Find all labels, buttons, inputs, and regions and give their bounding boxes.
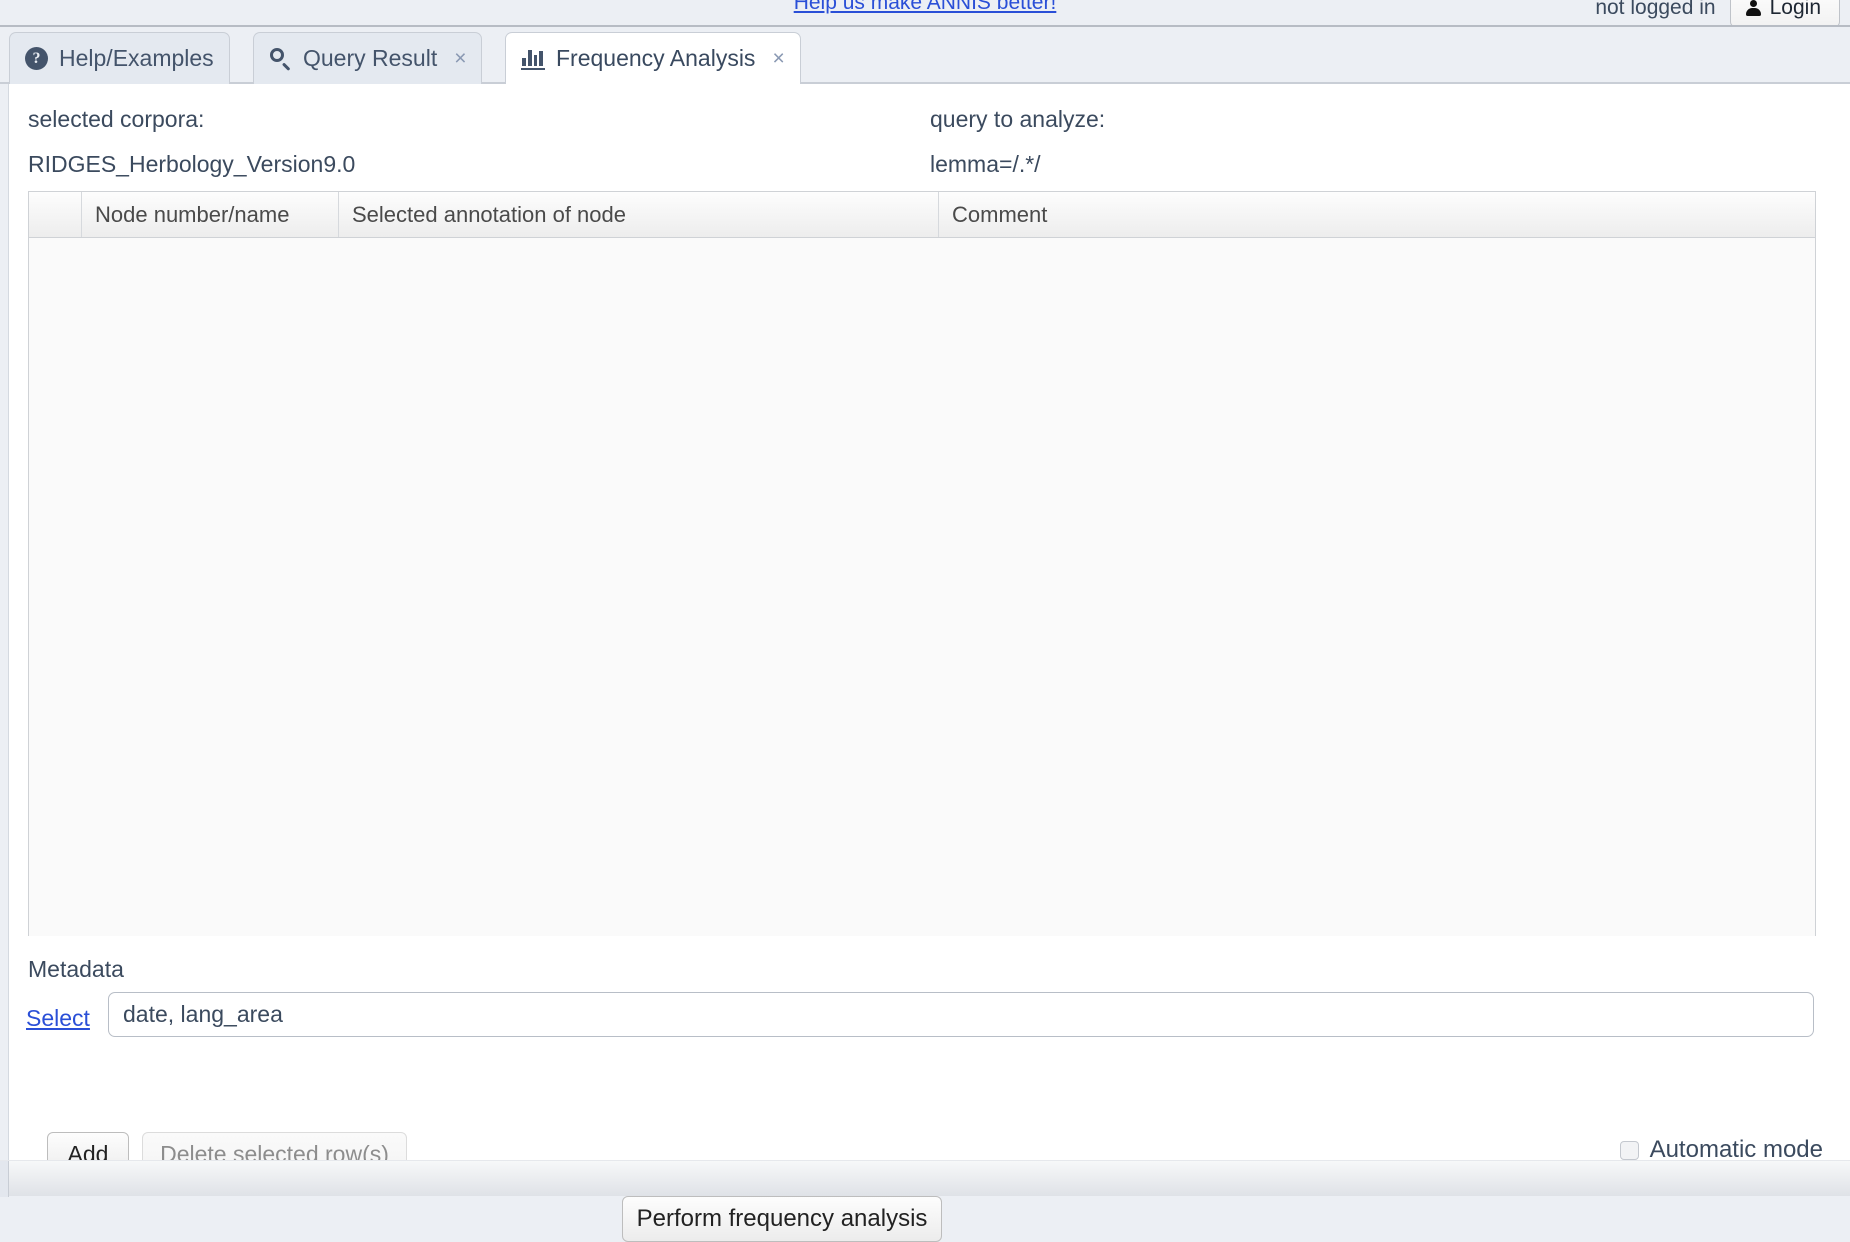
login-button-label: Login	[1769, 0, 1821, 19]
automatic-mode-checkbox[interactable]	[1619, 1140, 1639, 1160]
frequency-definition-table[interactable]: Node number/name Selected annotation of …	[28, 191, 1816, 936]
search-icon	[269, 47, 292, 70]
metadata-select-link[interactable]: Select	[26, 1005, 90, 1032]
user-icon	[1745, 0, 1762, 17]
table-header-selected-annotation: Selected annotation of node	[339, 192, 939, 237]
bottom-strip	[0, 1160, 1850, 1197]
table-header-node-number-name: Node number/name	[82, 192, 339, 237]
query-to-analyze-value: lemma=/.*/	[930, 151, 1041, 177]
table-header-select	[29, 192, 82, 237]
table-body-empty[interactable]	[29, 238, 1815, 936]
tab-help-examples[interactable]: ? Help/Examples	[9, 32, 230, 84]
login-status-text: not logged in	[1595, 0, 1716, 19]
selected-corpora-value: RIDGES_Herbology_Version9.0	[28, 151, 356, 177]
tab-query-result-label: Query Result	[303, 45, 438, 71]
login-area: not logged in Login	[1595, 0, 1840, 26]
login-button[interactable]: Login	[1729, 0, 1840, 26]
tab-frequency-analysis-label: Frequency Analysis	[556, 45, 756, 71]
bottom-left-rail	[0, 1161, 9, 1197]
tab-frequency-analysis[interactable]: Frequency Analysis ×	[505, 32, 801, 86]
tab-help-examples-label: Help/Examples	[59, 45, 214, 71]
tab-query-result[interactable]: Query Result ×	[253, 32, 483, 84]
table-header-row: Node number/name Selected annotation of …	[29, 192, 1815, 238]
help-circle-icon: ?	[25, 47, 48, 70]
feedback-link[interactable]: Help us make ANNIS better!	[0, 0, 1850, 15]
bar-chart-icon	[521, 48, 545, 70]
panel-left-rail	[0, 84, 9, 1160]
frequency-analysis-panel: selected corpora: RIDGES_Herbology_Versi…	[0, 84, 1850, 1242]
metadata-label: Metadata	[28, 956, 124, 982]
table-header-comment: Comment	[952, 201, 1048, 227]
tab-bar: ? Help/Examples Query Result × Frequency…	[0, 27, 1850, 86]
annis-frequency-analysis-page: Help us make ANNIS better! not logged in…	[0, 0, 1850, 1242]
selected-corpora-label: selected corpora:	[28, 106, 205, 132]
metadata-input[interactable]	[108, 992, 1814, 1037]
tab-query-result-close-icon[interactable]: ×	[454, 48, 466, 69]
perform-frequency-analysis-button[interactable]: Perform frequency analysis	[622, 1196, 942, 1242]
tab-frequency-analysis-close-icon[interactable]: ×	[772, 48, 784, 69]
top-utility-bar: Help us make ANNIS better! not logged in…	[0, 0, 1850, 26]
query-to-analyze-label: query to analyze:	[930, 106, 1106, 132]
